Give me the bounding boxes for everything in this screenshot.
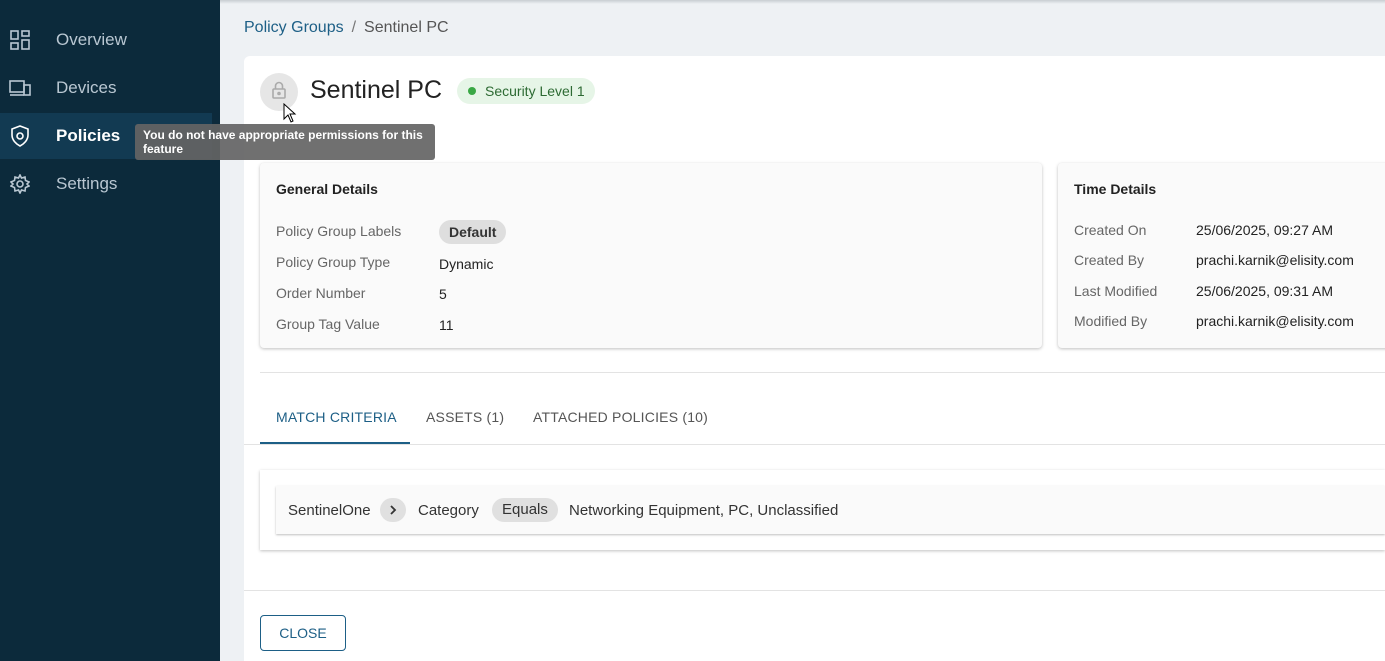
- time-details-title: Time Details: [1074, 181, 1157, 197]
- time-details-card: Time Details Created On 25/06/2025, 09:2…: [1058, 163, 1385, 348]
- general-details-card: General Details Policy Group Labels Defa…: [260, 163, 1042, 348]
- breadcrumb-separator: /: [351, 19, 357, 36]
- lock-icon: [271, 81, 287, 104]
- devices-icon: [9, 77, 31, 99]
- sidebar-item-label: Overview: [56, 30, 127, 49]
- created-on-value: 25/06/2025, 09:27 AM: [1196, 222, 1333, 238]
- sidebar-item-devices[interactable]: Devices: [0, 65, 212, 111]
- policy-group-type-key: Policy Group Type: [276, 254, 391, 270]
- sidebar-item-label: Devices: [56, 78, 117, 97]
- created-by-value: prachi.karnik@elisity.com: [1196, 252, 1354, 268]
- sidebar-item-label: Policies: [56, 126, 121, 145]
- order-number-value: 5: [439, 286, 447, 302]
- shield-icon: [9, 125, 31, 147]
- criteria-operator: Equals: [492, 498, 558, 522]
- footer-divider: [244, 590, 1385, 591]
- sidebar-item-overview[interactable]: Overview: [0, 17, 212, 63]
- group-tag-value-key: Group Tag Value: [276, 316, 380, 332]
- criteria-attribute: Category: [418, 502, 479, 519]
- permission-tooltip: You do not have appropriate permissions …: [135, 124, 435, 160]
- criteria-values: Networking Equipment, PC, Unclassified: [569, 502, 839, 519]
- created-by-key: Created By: [1074, 252, 1145, 268]
- general-details-title: General Details: [276, 181, 378, 197]
- group-tag-value-value: 11: [439, 317, 454, 333]
- close-button[interactable]: CLOSE: [260, 615, 346, 651]
- last-modified-value: 25/06/2025, 09:31 AM: [1196, 283, 1333, 299]
- created-on-key: Created On: [1074, 222, 1147, 238]
- dashboard-icon: [9, 29, 31, 51]
- tabs-divider: [244, 444, 1385, 445]
- mouse-cursor-icon: [283, 102, 297, 128]
- section-divider: [260, 372, 1385, 373]
- security-level-badge: Security Level 1: [457, 78, 595, 104]
- security-level-label: Security Level 1: [485, 83, 585, 99]
- policy-group-labels-key: Policy Group Labels: [276, 223, 402, 239]
- breadcrumb: Policy Groups / Sentinel PC: [244, 19, 449, 37]
- label-chip: Default: [439, 220, 507, 244]
- tab-assets[interactable]: ASSETS (1): [426, 409, 504, 425]
- sidebar: Overview Devices Policies Settings: [0, 0, 220, 661]
- modified-by-key: Modified By: [1074, 313, 1148, 329]
- top-shadow: [220, 0, 1385, 4]
- criteria-source: SentinelOne: [288, 502, 371, 519]
- tab-match-criteria[interactable]: MATCH CRITERIA: [276, 409, 397, 425]
- breadcrumb-current: Sentinel PC: [364, 19, 449, 36]
- chevron-right-icon: [380, 498, 406, 522]
- status-dot-icon: [468, 87, 476, 95]
- gear-icon: [9, 173, 31, 195]
- order-number-key: Order Number: [276, 285, 366, 301]
- page-title: Sentinel PC: [310, 76, 443, 104]
- modified-by-value: prachi.karnik@elisity.com: [1196, 313, 1354, 329]
- last-modified-key: Last Modified: [1074, 283, 1158, 299]
- policy-group-type-value: Dynamic: [439, 256, 494, 272]
- sidebar-item-label: Settings: [56, 174, 118, 193]
- breadcrumb-policy-groups-link[interactable]: Policy Groups: [244, 19, 344, 37]
- sidebar-item-settings[interactable]: Settings: [0, 161, 212, 207]
- tab-attached-policies[interactable]: ATTACHED POLICIES (10): [533, 409, 708, 425]
